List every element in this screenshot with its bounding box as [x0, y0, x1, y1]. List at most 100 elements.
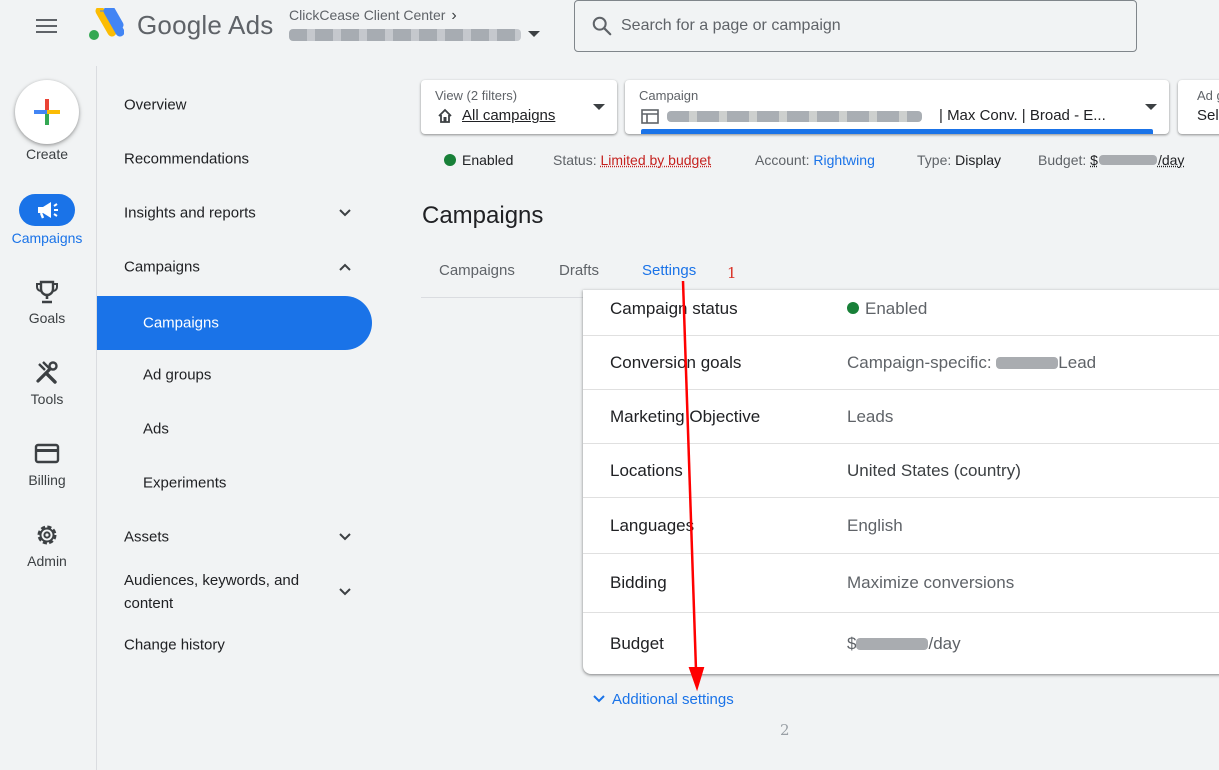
chevron-right-icon: ›: [451, 7, 457, 24]
status-label: Status:: [553, 152, 597, 168]
setting-value: $ /day: [847, 634, 961, 654]
ad-group-filter-dropdown[interactable]: Ad g Sel: [1178, 80, 1219, 134]
setting-key: Budget: [610, 633, 664, 653]
nav-label: Insights and reports: [124, 204, 256, 222]
nav-label: Experiments: [143, 474, 227, 492]
tools-icon: [36, 361, 58, 384]
budget-redacted: [1098, 155, 1157, 165]
view-filter-dropdown[interactable]: View (2 filters) All campaigns: [421, 80, 617, 134]
nav-item-overview[interactable]: Overview: [97, 78, 372, 132]
nav-label: Overview: [124, 96, 187, 114]
setting-key: Marketing Objective: [610, 406, 761, 426]
home-icon: [438, 108, 452, 123]
setting-key: Languages: [610, 515, 695, 535]
settings-card: Campaign status Enabled Conversion goals…: [583, 290, 1219, 674]
setting-value-prefix: Campaign-specific:: [847, 352, 997, 372]
setting-value-prefix: $: [847, 633, 857, 653]
setting-row-marketing-objective[interactable]: Marketing Objective Leads: [583, 390, 1219, 444]
ad-group-filter-label: Ad g: [1197, 88, 1219, 103]
caret-down-icon: [593, 104, 605, 110]
budget-info[interactable]: Budget: $ /day: [1038, 152, 1184, 168]
nav-label: Ad groups: [143, 366, 212, 384]
annotation-marker-1: 1: [727, 264, 737, 282]
client-center-label: ClickCease Client Center: [289, 7, 446, 23]
account-name-redacted[interactable]: [289, 29, 521, 41]
annotation-marker-2: 2: [780, 721, 790, 739]
nav-item-campaigns-group[interactable]: Campaigns: [97, 240, 372, 294]
nav-item-experiments[interactable]: Experiments: [97, 456, 372, 510]
nav-item-audiences[interactable]: Audiences, keywords, and content: [97, 562, 372, 622]
megaphone-icon: [38, 202, 58, 219]
tools-rail-label: Tools: [30, 391, 64, 407]
top-bar: Google Ads ClickCease Client Center ›: [0, 0, 1219, 66]
search-box[interactable]: [574, 0, 1137, 52]
tab-label: Campaigns: [439, 262, 515, 279]
focus-underline: [641, 129, 1153, 134]
setting-key: Locations: [610, 460, 683, 480]
account-dropdown-caret-icon[interactable]: [528, 31, 540, 37]
enabled-dot-icon: [444, 154, 456, 166]
nav-label: Campaigns: [143, 314, 219, 332]
main-menu-icon[interactable]: [33, 14, 59, 38]
plus-icon: [34, 99, 60, 125]
setting-row-bidding[interactable]: Bidding Maximize conversions: [583, 554, 1219, 613]
nav-item-assets[interactable]: Assets: [97, 510, 372, 564]
setting-value-text: Enabled: [865, 299, 928, 318]
setting-value-suffix: Lead: [1058, 352, 1097, 372]
search-icon: [592, 16, 612, 36]
rail-item-billing[interactable]: Billing: [0, 440, 94, 510]
setting-key: Conversion goals: [610, 352, 742, 372]
search-input[interactable]: [621, 1, 1121, 51]
setting-key: Campaign status: [610, 299, 738, 318]
nav-label: Change history: [124, 636, 225, 654]
setting-row-languages[interactable]: Languages English: [583, 498, 1219, 554]
budget-suffix: /day: [1157, 152, 1185, 168]
account-label: Account:: [755, 152, 810, 168]
enabled-status[interactable]: Enabled: [444, 152, 513, 168]
billing-rail-label: Billing: [28, 472, 66, 488]
nav-item-campaigns[interactable]: Campaigns: [97, 296, 372, 350]
ad-group-filter-value: Sel: [1197, 107, 1219, 124]
tab-label: Settings: [642, 262, 697, 279]
account-info[interactable]: Account: Rightwing: [755, 152, 875, 168]
nav-item-insights[interactable]: Insights and reports: [97, 186, 372, 240]
campaign-filter-dropdown[interactable]: Campaign | Max Conv. | Broad - E...: [625, 80, 1169, 134]
nav-item-ad-groups[interactable]: Ad groups: [97, 348, 372, 402]
budget-prefix: $: [1090, 152, 1098, 168]
rail-item-admin[interactable]: Admin: [0, 521, 94, 591]
google-ads-logo[interactable]: [86, 8, 124, 42]
create-button[interactable]: [15, 80, 79, 144]
enabled-dot-icon: [847, 302, 859, 314]
campaign-status-row: Enabled Status: Limited by budget Accoun…: [0, 152, 1219, 172]
campaign-filter-value: | Max Conv. | Broad - E...: [939, 107, 1106, 124]
admin-rail-label: Admin: [27, 553, 67, 569]
status-info[interactable]: Status: Limited by budget: [553, 152, 711, 168]
rail-item-tools[interactable]: Tools: [0, 359, 94, 429]
trophy-icon: [36, 280, 58, 304]
chevron-down-icon: [339, 209, 351, 217]
enabled-text: Enabled: [462, 152, 514, 168]
setting-row-conversion-goals[interactable]: Conversion goals Campaign-specific: Lead: [583, 336, 1219, 390]
campaigns-pill: [19, 194, 75, 226]
campaign-name-redacted: [667, 111, 922, 122]
credit-card-icon: [34, 443, 60, 464]
nav-item-change-history[interactable]: Change history: [97, 618, 372, 672]
additional-settings-label: Additional settings: [612, 691, 734, 708]
rail-item-goals[interactable]: Goals: [0, 278, 94, 348]
caret-down-icon: [1145, 104, 1157, 110]
setting-value: Campaign-specific: Lead: [847, 353, 1096, 373]
setting-row-campaign-status[interactable]: Campaign status Enabled: [583, 290, 1219, 336]
client-center-link[interactable]: ClickCease Client Center ›: [289, 7, 457, 25]
nav-item-ads[interactable]: Ads: [97, 402, 372, 456]
nav-label: Assets: [124, 528, 170, 546]
chevron-down-icon: [339, 533, 351, 541]
additional-settings-link[interactable]: Additional settings: [592, 691, 734, 708]
setting-row-budget[interactable]: Budget $ /day: [583, 613, 1219, 674]
campaigns-rail-label: Campaigns: [11, 230, 83, 246]
nav-label: Ads: [143, 420, 169, 438]
setting-row-locations[interactable]: Locations United States (country): [583, 444, 1219, 498]
setting-value: Enabled: [847, 299, 927, 319]
type-value: Display: [955, 152, 1002, 168]
budget-label: Budget:: [1038, 152, 1087, 168]
rail-item-campaigns[interactable]: Campaigns: [0, 190, 94, 260]
